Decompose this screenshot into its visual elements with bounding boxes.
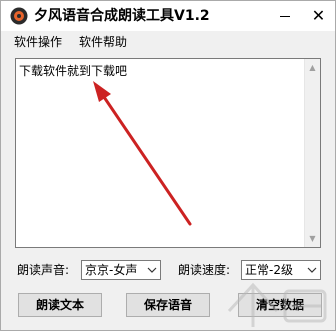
scroll-down-arrow-icon[interactable]: ▼ — [305, 230, 320, 247]
read-text-button[interactable]: 朗读文本 — [18, 293, 102, 317]
speed-select[interactable]: 正常-2级 — [241, 260, 321, 280]
voice-select-value: 京京-女声 — [85, 263, 138, 277]
voice-label: 朗读声音: — [17, 263, 70, 277]
close-icon[interactable]: ✕ — [302, 1, 335, 31]
speed-label: 朗读速度: — [178, 263, 231, 277]
chevron-down-icon — [147, 267, 157, 273]
title-bar[interactable]: 夕风语音合成朗读工具V1.2 ✕ — [1, 1, 335, 31]
clear-data-button[interactable]: 清空数据 — [238, 293, 322, 317]
input-text: 下载软件就到下载吧 — [19, 64, 128, 78]
voice-select[interactable]: 京京-女声 — [81, 260, 161, 280]
scroll-up-arrow-icon[interactable]: ▲ — [305, 59, 320, 76]
speed-select-value: 正常-2级 — [245, 263, 293, 277]
menu-bar: 软件操作 软件帮助 — [1, 31, 335, 53]
speaker-app-icon — [10, 7, 28, 25]
minimize-icon[interactable] — [269, 1, 301, 31]
app-window: 夕风语音合成朗读工具V1.2 ✕ 软件操作 软件帮助 下载软件就到下载吧 ▲ ▼… — [0, 0, 336, 331]
save-audio-button[interactable]: 保存语音 — [126, 293, 210, 317]
menu-software-help[interactable]: 软件帮助 — [79, 34, 127, 50]
menu-software-operations[interactable]: 软件操作 — [14, 34, 62, 50]
window-title: 夕风语音合成朗读工具V1.2 — [34, 8, 210, 24]
vertical-scrollbar[interactable]: ▲ ▼ — [304, 59, 320, 247]
text-input-area[interactable]: 下载软件就到下载吧 ▲ ▼ — [15, 58, 321, 248]
chevron-down-icon — [307, 267, 317, 273]
